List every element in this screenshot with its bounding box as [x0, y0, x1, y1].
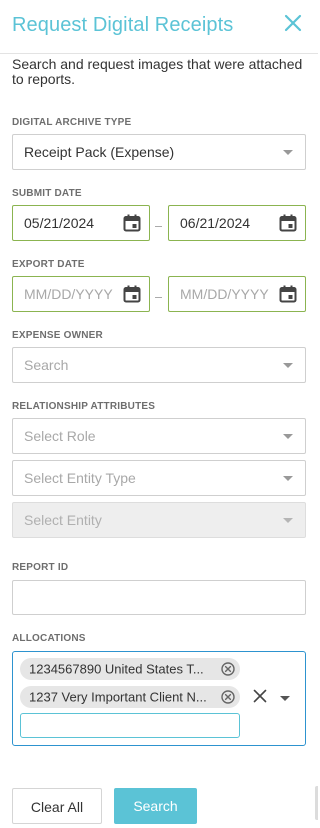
calendar-icon[interactable]	[279, 285, 297, 303]
chevron-down-icon	[283, 150, 293, 155]
remove-chip-icon[interactable]	[221, 662, 235, 676]
calendar-icon[interactable]	[123, 214, 141, 232]
panel-header: Request Digital Receipts	[0, 0, 318, 54]
search-button[interactable]: Search	[114, 788, 197, 824]
allocation-chip: 1234567890 United States T...	[20, 658, 240, 680]
panel-description: Search and request images that were atta…	[12, 56, 303, 87]
select-entity-type-dropdown[interactable]: Select Entity Type	[12, 460, 306, 496]
allocations-label: ALLOCATIONS	[12, 633, 86, 644]
select-role-dropdown[interactable]: Select Role	[12, 418, 306, 454]
allocation-chip: 1237 Very Important Client N...	[20, 686, 240, 708]
chevron-down-icon	[283, 518, 293, 523]
archive-type-select[interactable]: Receipt Pack (Expense)	[12, 134, 306, 170]
report-id-input[interactable]	[12, 580, 306, 615]
export-date-from-placeholder: MM/DD/YYYY	[24, 286, 113, 302]
allocations-search-input[interactable]	[20, 713, 240, 738]
clear-all-button[interactable]: Clear All	[12, 788, 102, 824]
remove-chip-icon[interactable]	[221, 690, 235, 704]
expense-owner-select[interactable]: Search	[12, 347, 306, 383]
expense-owner-placeholder: Search	[24, 357, 69, 373]
submit-date-from-input[interactable]: 05/21/2024	[12, 205, 150, 241]
select-entity-type-placeholder: Select Entity Type	[24, 470, 136, 486]
allocation-chip-label: 1234567890 United States T...	[29, 661, 204, 677]
submit-date-from-value: 05/21/2024	[24, 215, 95, 231]
clear-icon[interactable]	[253, 689, 267, 703]
calendar-icon[interactable]	[279, 214, 297, 232]
select-role-placeholder: Select Role	[24, 428, 96, 444]
submit-date-to-input[interactable]: 06/21/2024	[168, 205, 306, 241]
calendar-icon[interactable]	[123, 285, 141, 303]
chevron-down-icon	[283, 434, 293, 439]
export-date-label: EXPORT DATE	[12, 259, 85, 270]
submit-date-to-value: 06/21/2024	[180, 215, 251, 231]
allocations-multiselect[interactable]: 1234567890 United States T... 1237 Very …	[12, 651, 306, 746]
export-date-to-placeholder: MM/DD/YYYY	[180, 286, 269, 302]
report-id-label: REPORT ID	[12, 562, 69, 573]
export-date-to-input[interactable]: MM/DD/YYYY	[168, 276, 306, 312]
date-range-separator	[155, 297, 162, 298]
expense-owner-label: EXPENSE OWNER	[12, 330, 103, 341]
archive-type-label: DIGITAL ARCHIVE TYPE	[12, 117, 132, 128]
chevron-down-icon[interactable]	[280, 696, 290, 701]
archive-type-value: Receipt Pack (Expense)	[24, 144, 175, 160]
chevron-down-icon	[283, 363, 293, 368]
scroll-edge	[315, 786, 318, 820]
date-range-separator	[155, 226, 162, 227]
export-date-from-input[interactable]: MM/DD/YYYY	[12, 276, 150, 312]
chevron-down-icon	[283, 476, 293, 481]
panel-title: Request Digital Receipts	[12, 14, 234, 36]
relationship-attributes-label: RELATIONSHIP ATTRIBUTES	[12, 401, 156, 412]
allocation-chip-label: 1237 Very Important Client N...	[29, 689, 207, 705]
select-entity-placeholder: Select Entity	[24, 512, 102, 528]
submit-date-label: SUBMIT DATE	[12, 188, 82, 199]
select-entity-dropdown: Select Entity	[12, 502, 306, 538]
close-icon[interactable]	[282, 12, 304, 34]
